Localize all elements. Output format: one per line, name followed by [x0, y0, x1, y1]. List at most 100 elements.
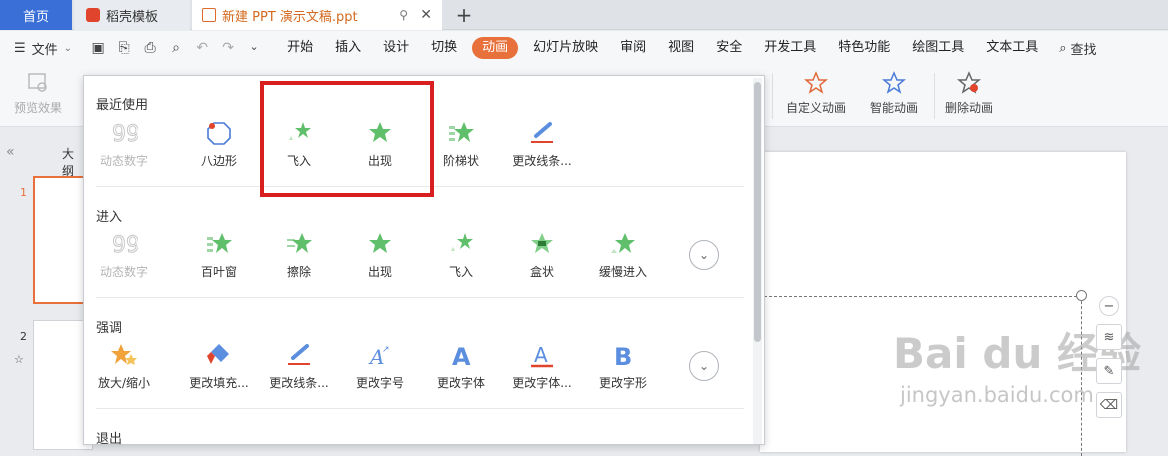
dynamic-number-icon: 99 — [112, 233, 139, 258]
tab-developer[interactable]: 开发工具 — [753, 37, 827, 59]
expand-entrance-button[interactable]: ⌄ — [689, 240, 719, 270]
custom-animation-icon — [804, 71, 828, 94]
smart-animation-icon — [882, 71, 906, 94]
tab-slideshow[interactable]: 幻灯片放映 — [522, 37, 609, 59]
entrance-fly-in[interactable]: 飞入 — [421, 231, 501, 280]
animation-star-icon: ☆ — [14, 353, 24, 366]
change-fill-icon — [207, 344, 229, 364]
emphasis-change-font-style[interactable]: B 更改字形 — [583, 342, 663, 391]
fly-in-star-icon — [451, 233, 473, 251]
save-icon[interactable]: ▣ — [90, 40, 106, 56]
emphasis-change-line[interactable]: 更改线条... — [259, 342, 339, 391]
entrance-blinds[interactable]: 百叶窗 — [179, 231, 259, 280]
section-exit-title: 退出 — [96, 432, 123, 447]
slide-thumbnail-pane: « 大纲 1 2 — [0, 128, 93, 450]
custom-animation-label: 自定义动画 — [785, 101, 846, 115]
effect-octagon[interactable]: 八边形 — [179, 120, 259, 169]
new-tab-label: + — [455, 3, 473, 27]
entrance-dynamic-number[interactable]: 99 动态数字 — [84, 231, 164, 280]
emphasis-grow-shrink[interactable]: 放大/缩小 — [84, 342, 164, 391]
section-divider — [96, 408, 744, 409]
slide-number-2: 2 — [20, 330, 27, 343]
svg-text:99: 99 — [112, 233, 138, 257]
print-icon[interactable]: ⎙ — [142, 40, 158, 56]
tab-drawing-tools[interactable]: 绘图工具 — [901, 37, 975, 59]
preview-effect-label: 预览效果 — [13, 101, 62, 115]
print-preview-icon[interactable]: ⌕ — [168, 40, 184, 56]
panel-scrollbar-thumb[interactable] — [754, 82, 761, 342]
wipe-star-icon — [287, 233, 312, 253]
tab-animation[interactable]: 动画 — [472, 37, 519, 59]
entrance-appear[interactable]: 出现 — [340, 231, 420, 280]
undo-icon[interactable]: ↶ — [194, 40, 210, 56]
pin-icon[interactable]: ⚲ — [399, 8, 408, 22]
tab-insert[interactable]: 插入 — [324, 37, 372, 59]
section-recent-title: 最近使用 — [96, 98, 149, 113]
change-font-style-icon: B — [614, 343, 632, 368]
tab-document[interactable]: 新建 PPT 演示文稿.ppt ⚲ ✕ — [192, 0, 442, 30]
entrance-wipe[interactable]: 擦除 — [259, 231, 339, 280]
close-tab-icon[interactable]: ✕ — [420, 7, 432, 23]
file-menu-label: 文件 — [31, 42, 58, 58]
emphasis-change-font[interactable]: A 更改字体 — [421, 342, 501, 391]
highlight-box — [260, 81, 434, 197]
zoom-out-icon[interactable]: − — [1099, 296, 1119, 316]
tab-template-label: 稻壳模板 — [106, 9, 159, 25]
entrance-slow-in[interactable]: 缓慢进入 — [583, 231, 663, 280]
collapse-pane-icon[interactable]: « — [6, 144, 15, 160]
outline-tab[interactable]: 大纲 — [62, 145, 84, 179]
customize-icon[interactable]: ⌄ — [246, 40, 262, 56]
tab-view[interactable]: 视图 — [657, 37, 705, 59]
tab-text-tools[interactable]: 文本工具 — [975, 37, 1049, 59]
effect-change-line[interactable]: 更改线条... — [502, 120, 582, 169]
tab-transition[interactable]: 切换 — [420, 37, 468, 59]
tab-document-label: 新建 PPT 演示文稿.ppt — [222, 9, 358, 25]
tab-review[interactable]: 审阅 — [609, 37, 657, 59]
tab-bar: 首页 稻壳模板 新建 PPT 演示文稿.ppt ⚲ ✕ + — [0, 0, 1168, 30]
change-font-icon: A — [452, 343, 471, 368]
effect-dynamic-number[interactable]: 99 动态数字 — [84, 120, 164, 169]
delete-animation-label: 删除动画 — [944, 101, 993, 115]
dynamic-number-icon: 99 — [112, 122, 139, 147]
section-emphasis-title: 强调 — [96, 321, 123, 336]
quick-access-toolbar: ▣ ⎘ ⎙ ⌕ ↶ ↷ ⌄ — [90, 40, 262, 56]
layers-icon[interactable]: ≋ — [1096, 324, 1122, 350]
expand-emphasis-button[interactable]: ⌄ — [689, 351, 719, 381]
change-font-color-icon: A — [531, 343, 553, 368]
panel-scrollbar[interactable] — [753, 78, 762, 444]
redo-icon[interactable]: ↷ — [220, 40, 236, 56]
preview-effect-button[interactable]: 预览效果 — [8, 71, 68, 116]
ribbon-separator — [772, 73, 773, 119]
tab-security[interactable]: 安全 — [705, 37, 753, 59]
smart-animation-button[interactable]: 智能动画 — [862, 71, 926, 116]
file-menu[interactable]: ☰ 文件 ⌄ — [14, 39, 72, 58]
emphasis-change-font-size[interactable]: A ↗ 更改字号 — [340, 342, 420, 391]
new-tab-button[interactable]: + — [452, 0, 476, 30]
tab-template[interactable]: 稻壳模板 — [74, 0, 190, 30]
appear-star-icon — [369, 233, 391, 253]
grow-shrink-star-icon — [111, 344, 137, 365]
resize-handle[interactable] — [1076, 290, 1087, 301]
slow-in-star-icon — [611, 233, 635, 253]
tab-start[interactable]: 开始 — [276, 37, 324, 59]
emphasis-change-fill[interactable]: 更改填充... — [179, 342, 259, 391]
pen-icon[interactable]: ✎ — [1096, 358, 1122, 384]
custom-animation-button[interactable]: 自定义动画 — [782, 71, 850, 116]
export-icon[interactable]: ⎘ — [116, 40, 132, 56]
tab-features[interactable]: 特色功能 — [827, 37, 901, 59]
tab-home[interactable]: 首页 — [0, 0, 72, 30]
slide-number-1: 1 — [20, 186, 27, 199]
delete-animation-button[interactable]: 删除动画 — [940, 71, 998, 116]
chevron-down-icon: ⌄ — [698, 248, 710, 262]
eraser-icon[interactable]: ⌫ — [1096, 392, 1122, 418]
chevron-down-icon: ⌄ — [63, 42, 73, 54]
change-font-size-icon: A↗ — [368, 345, 390, 368]
svg-text:B: B — [614, 343, 632, 368]
tab-design[interactable]: 设计 — [372, 37, 420, 59]
search-button[interactable]: ⌕ 查找 — [1059, 39, 1096, 58]
side-toolbar: − ≋ ✎ ⌫ — [1096, 296, 1124, 426]
emphasis-change-font-color[interactable]: A 更改字体... — [502, 342, 582, 391]
smart-animation-label: 智能动画 — [869, 101, 918, 115]
entrance-box[interactable]: 盒状 — [502, 231, 582, 280]
docer-logo-icon — [86, 8, 100, 22]
